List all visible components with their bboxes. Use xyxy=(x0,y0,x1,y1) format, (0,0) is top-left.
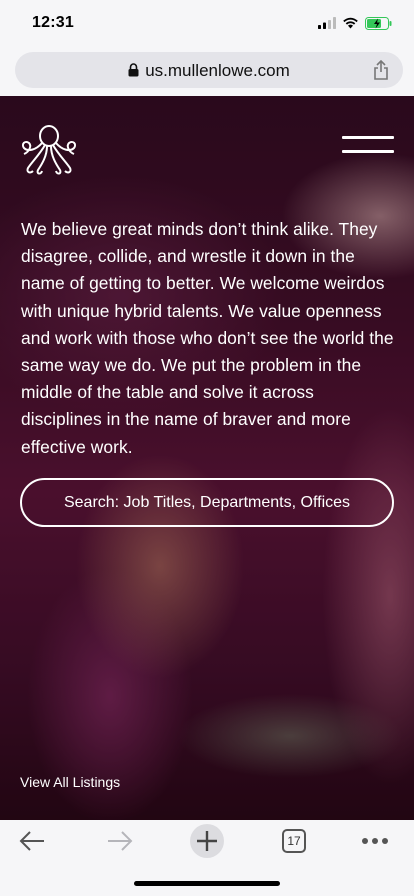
back-icon xyxy=(19,831,44,851)
hero-section: We believe great minds don’t think alike… xyxy=(0,96,414,820)
share-icon[interactable] xyxy=(373,60,389,80)
new-tab-icon xyxy=(190,824,224,858)
url-display[interactable]: us.mullenlowe.com xyxy=(15,61,403,81)
tabs-icon[interactable]: 17 xyxy=(282,829,306,853)
home-indicator xyxy=(134,881,280,886)
forward-button[interactable] xyxy=(104,820,136,862)
view-all-listings-link[interactable]: View All Listings xyxy=(20,774,120,790)
status-bar: 12:31 xyxy=(0,0,414,44)
address-bar[interactable]: us.mullenlowe.com xyxy=(15,52,403,88)
intro-paragraph: We believe great minds don’t think alike… xyxy=(21,219,394,457)
new-tab-button[interactable] xyxy=(189,820,225,862)
more-button[interactable] xyxy=(360,820,390,862)
more-icon xyxy=(362,838,388,844)
menu-bar-line xyxy=(342,136,394,139)
forward-icon xyxy=(108,831,133,851)
back-button[interactable] xyxy=(16,820,48,862)
battery-icon xyxy=(365,16,392,30)
signal-icon xyxy=(318,17,336,29)
status-time: 12:31 xyxy=(32,14,74,31)
menu-icon[interactable] xyxy=(342,136,394,160)
wifi-icon xyxy=(343,17,358,29)
job-search-button[interactable]: Search: Job Titles, Departments, Offices xyxy=(20,478,394,527)
address-bar-area: us.mullenlowe.com xyxy=(0,44,414,96)
octopus-logo[interactable] xyxy=(20,124,78,176)
status-icons xyxy=(318,15,392,31)
lock-icon xyxy=(128,63,139,77)
url-text: us.mullenlowe.com xyxy=(145,61,290,80)
menu-bar-line xyxy=(342,150,394,153)
